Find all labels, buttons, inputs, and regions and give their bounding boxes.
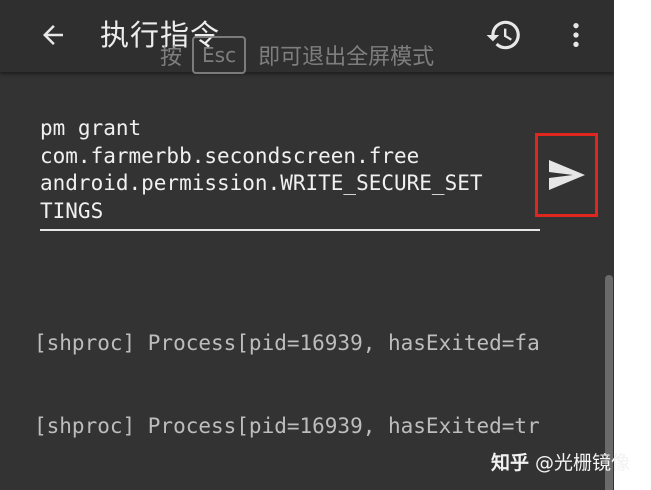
command-input[interactable]: pm grant com.farmerbb.secondscreen.free an…: [40, 115, 540, 225]
app-screen: 执行指令 按 Esc 即可退出全屏模式 pm grant com.farmerbb…: [0, 0, 614, 490]
send-icon: [548, 160, 585, 190]
more-options-button[interactable]: [553, 12, 599, 58]
back-button[interactable]: [30, 12, 76, 58]
more-vert-icon: [573, 23, 579, 47]
fullscreen-exit-hint: 按 Esc 即可退出全屏模式: [160, 30, 434, 80]
watermark: 知乎 @光栅镜像: [491, 448, 630, 478]
output-line: [shproc] Process[pid=16939, hasExited=tr: [34, 413, 540, 438]
esc-key-badge: Esc: [192, 36, 247, 74]
command-line: com.farmerbb.secondscreen.free: [40, 143, 420, 168]
output-line: [shproc] Process[pid=16939, hasExited=fa: [34, 331, 540, 355]
esc-hint-suffix: 即可退出全屏模式: [258, 45, 435, 70]
arrow-left-icon: [43, 25, 63, 45]
watermark-brand: 知乎: [491, 452, 530, 474]
esc-hint-prefix: 按: [160, 45, 183, 70]
history-button[interactable]: [481, 12, 527, 58]
send-button[interactable]: [535, 133, 598, 217]
history-icon: [486, 20, 520, 50]
input-underline: [40, 229, 540, 231]
command-line: TINGS: [40, 198, 104, 223]
watermark-author: @光栅镜像: [535, 452, 631, 474]
command-line: android.permission.WRITE_SECURE_SET: [40, 171, 483, 195]
command-line: pm grant: [40, 116, 142, 140]
